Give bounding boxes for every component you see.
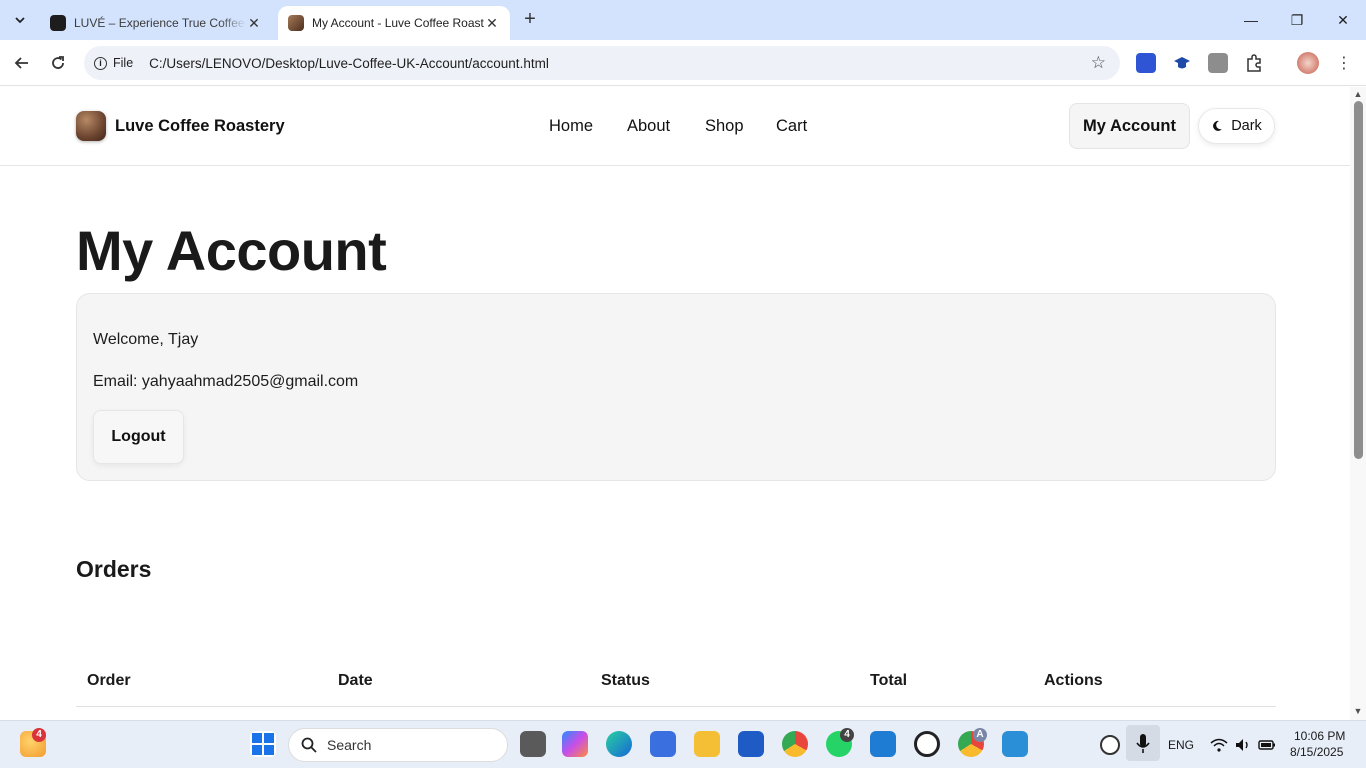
minimize-icon[interactable]: — <box>1228 0 1274 40</box>
reload-icon[interactable] <box>45 50 71 76</box>
app-ring-icon[interactable] <box>914 731 940 757</box>
site-info-chip[interactable]: i File <box>94 56 133 70</box>
column-header-status: Status <box>601 672 650 689</box>
tab-search-button[interactable] <box>6 6 34 34</box>
logout-button[interactable]: Logout <box>93 410 184 464</box>
sync-icon[interactable] <box>1100 735 1120 755</box>
search-icon <box>301 737 317 753</box>
wifi-icon[interactable] <box>1210 736 1228 754</box>
word-icon[interactable] <box>738 731 764 757</box>
welcome-text: Welcome, Tjay <box>93 331 199 348</box>
page-title: My Account <box>76 219 387 282</box>
scroll-down-icon[interactable]: ▼ <box>1353 706 1363 716</box>
dark-mode-label: Dark <box>1231 118 1262 134</box>
profile-avatar[interactable] <box>1297 52 1319 74</box>
chrome-profile-badge: A <box>973 728 987 742</box>
bookmark-star-icon[interactable]: ☆ <box>1091 53 1106 73</box>
scrollbar-thumb[interactable] <box>1354 101 1363 459</box>
tab-favicon <box>288 15 304 31</box>
battery-icon[interactable] <box>1258 736 1276 754</box>
url-text: C:/Users/LENOVO/Desktop/Luve-Coffee-UK-A… <box>149 55 549 71</box>
chevron-down-icon <box>15 17 25 24</box>
extension-tb-icon[interactable] <box>1208 53 1228 73</box>
extension-cap-icon[interactable] <box>1172 53 1192 73</box>
taskbar: 4 Search 4 A ENG 10:06 PM 8/15/2025 <box>0 720 1366 768</box>
whatsapp-badge: 4 <box>840 728 854 742</box>
column-header-order: Order <box>87 672 131 689</box>
vscode-icon[interactable] <box>870 731 896 757</box>
language-indicator[interactable]: ENG <box>1168 738 1194 752</box>
close-icon[interactable]: ✕ <box>484 15 500 32</box>
window-close-icon[interactable]: ✕ <box>1320 0 1366 40</box>
column-header-actions: Actions <box>1044 672 1103 689</box>
edge-icon[interactable] <box>606 731 632 757</box>
close-icon[interactable]: ✕ <box>246 15 262 32</box>
taskbar-search[interactable]: Search <box>288 728 508 762</box>
nav-shop[interactable]: Shop <box>705 117 744 136</box>
restore-icon[interactable]: ❐ <box>1274 0 1320 40</box>
clock-date[interactable]: 8/15/2025 <box>1290 745 1343 759</box>
extensions-puzzle-icon[interactable] <box>1244 53 1264 73</box>
photos-icon[interactable] <box>1002 731 1028 757</box>
store-icon[interactable] <box>650 731 676 757</box>
back-icon[interactable] <box>9 50 35 76</box>
volume-icon[interactable] <box>1234 736 1252 754</box>
browser-tab-strip: LUVÉ – Experience True Coffee ✕ My Accou… <box>0 0 1366 40</box>
windows-start-icon[interactable] <box>250 731 276 757</box>
new-tab-icon[interactable]: + <box>518 8 542 32</box>
brand-name[interactable]: Luve Coffee Roastery <box>115 117 285 136</box>
page-scrollbar[interactable]: ▲ ▼ <box>1350 87 1366 720</box>
search-placeholder: Search <box>327 737 372 753</box>
email-text: Email: yahyaahmad2505@gmail.com <box>93 373 359 390</box>
nav-cart[interactable]: Cart <box>776 117 807 136</box>
account-card: Welcome, Tjay Email: yahyaahmad2505@gmai… <box>76 293 1276 481</box>
tab-title: LUVÉ – Experience True Coffee <box>74 16 245 30</box>
moon-icon <box>1213 120 1223 131</box>
brand-logo[interactable] <box>76 111 106 141</box>
address-bar[interactable]: i File C:/Users/LENOVO/Desktop/Luve-Coff… <box>84 46 1120 80</box>
weather-badge: 4 <box>32 728 46 742</box>
extension-waveform-icon[interactable] <box>1136 53 1156 73</box>
browser-toolbar: i File C:/Users/LENOVO/Desktop/Luve-Coff… <box>0 40 1366 86</box>
file-explorer-icon[interactable] <box>694 731 720 757</box>
table-divider <box>76 706 1276 707</box>
clock-time[interactable]: 10:06 PM <box>1294 729 1345 743</box>
info-icon: i <box>94 56 107 70</box>
task-view-icon[interactable] <box>520 731 546 757</box>
column-header-date: Date <box>338 672 373 689</box>
browser-tab-luve-home[interactable]: LUVÉ – Experience True Coffee ✕ <box>40 6 272 40</box>
column-header-total: Total <box>870 672 908 689</box>
tab-title: My Account - Luve Coffee Roastery <box>312 16 484 30</box>
chrome-icon[interactable] <box>782 731 808 757</box>
dark-mode-toggle[interactable]: Dark <box>1198 108 1275 144</box>
browser-tab-my-account[interactable]: My Account - Luve Coffee Roastery ✕ <box>278 6 510 40</box>
tab-favicon <box>50 15 66 31</box>
copilot-icon[interactable] <box>562 731 588 757</box>
nav-about[interactable]: About <box>627 117 670 136</box>
nav-home[interactable]: Home <box>549 117 593 136</box>
orders-heading: Orders <box>76 556 152 582</box>
more-menu-icon[interactable]: ⋮ <box>1331 50 1357 76</box>
scroll-up-icon[interactable]: ▲ <box>1353 89 1363 99</box>
my-account-button[interactable]: My Account <box>1069 103 1190 149</box>
site-header: Luve Coffee Roastery Home About Shop Car… <box>0 87 1350 166</box>
microphone-icon[interactable] <box>1126 725 1160 761</box>
